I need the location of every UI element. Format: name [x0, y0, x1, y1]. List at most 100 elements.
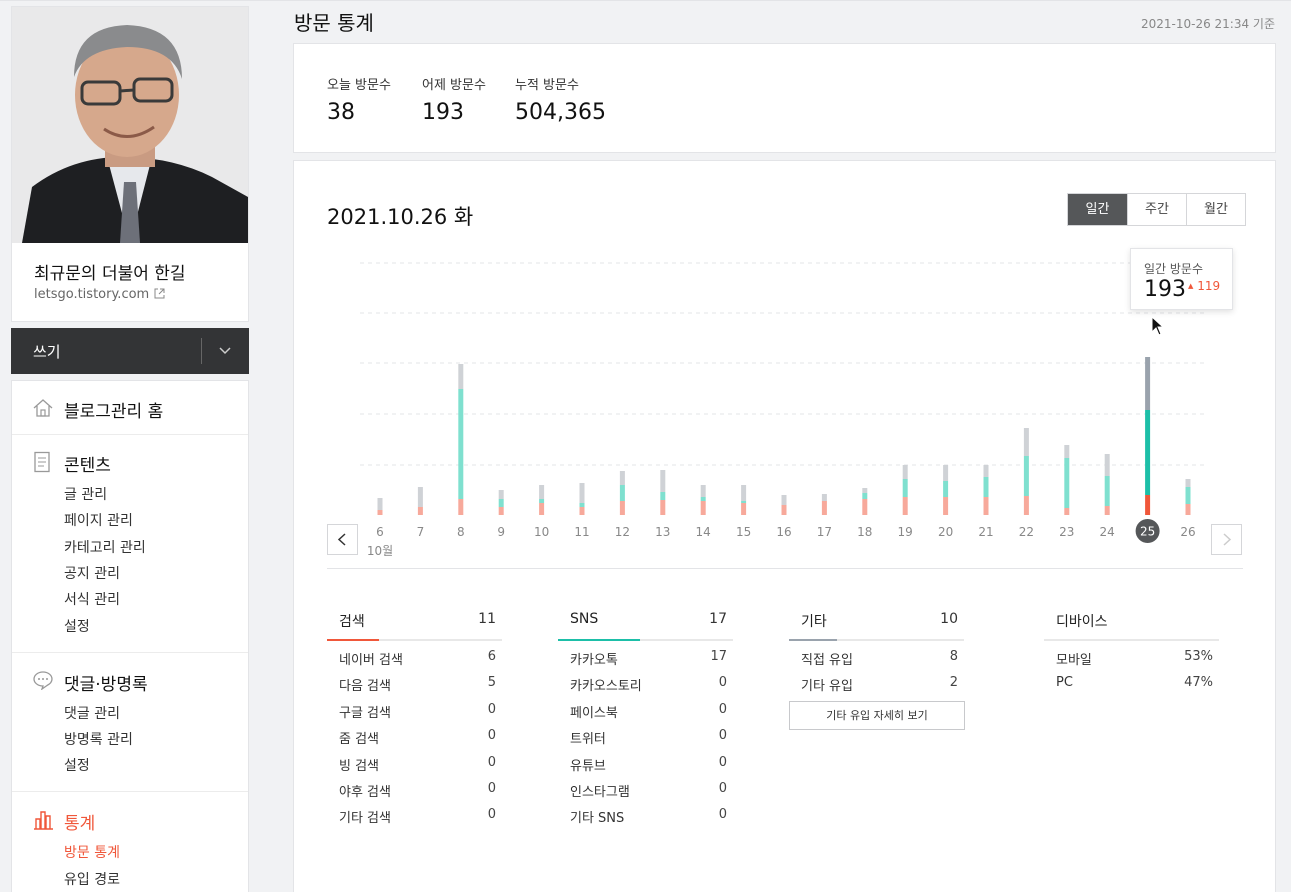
row-count: 0	[487, 728, 496, 744]
x-tick-label: 19	[898, 525, 913, 539]
menu-template-manage[interactable]: 서식 관리	[64, 589, 120, 609]
menu-divider	[12, 791, 248, 792]
menu-visit-stats[interactable]: 방문 통계	[64, 842, 120, 862]
bar-10-2	[539, 485, 545, 499]
menu-post-manage[interactable]: 글 관리	[64, 484, 107, 504]
list-item: 빙 검색 0	[327, 747, 502, 774]
x-tick-label: 7	[417, 525, 425, 539]
list-item: 인스타그램 0	[558, 773, 733, 800]
list-item: 네이버 검색 6	[327, 641, 502, 668]
menu-divider	[12, 652, 248, 653]
external-link-icon	[154, 288, 165, 299]
menu-guestbook-manage[interactable]: 방명록 관리	[64, 729, 133, 749]
bar-26-2	[1185, 479, 1191, 487]
blog-title[interactable]: 최규문의 더불어 한길	[34, 259, 186, 284]
menu-comments[interactable]: 댓글·방명록	[64, 670, 148, 695]
search-breakdown: 검색 11 네이버 검색 6 다음 검색 5 구글 검색 0 줌 검색 0 빙 검색 0 …	[327, 609, 502, 826]
row-label: 빙 검색	[339, 758, 380, 774]
row-count: 2	[949, 675, 958, 691]
bar-13-2	[660, 470, 666, 492]
total-visits-label: 누적 방문수	[515, 78, 579, 93]
bar-24-1	[1104, 476, 1110, 506]
menu-page-manage[interactable]: 페이지 관리	[64, 510, 133, 530]
row-count: 0	[718, 754, 727, 770]
other-detail-button[interactable]: 기타 유입 자세히 보기	[789, 701, 965, 730]
x-tick-label: 22	[1019, 525, 1034, 539]
row-count: 0	[718, 780, 727, 796]
bar-8-1	[458, 389, 464, 499]
bar-18-0	[862, 499, 868, 515]
home-icon	[33, 399, 53, 417]
chart-next-button[interactable]	[1211, 524, 1242, 555]
bar-24-0	[1104, 506, 1110, 515]
menu-notice-manage[interactable]: 공지 관리	[64, 563, 120, 583]
row-label: 줌 검색	[339, 732, 380, 748]
menu-comment-manage[interactable]: 댓글 관리	[64, 703, 120, 723]
sns-label: SNS	[570, 611, 599, 627]
x-tick-label: 23	[1059, 525, 1074, 539]
bar-9-2	[498, 490, 504, 499]
blog-url-link[interactable]: letsgo.tistory.com	[34, 287, 165, 302]
row-count: 47%	[1184, 675, 1213, 691]
row-label: PC	[1056, 675, 1073, 691]
today-visits-label: 오늘 방문수	[327, 78, 391, 93]
x-tick-label: 18	[857, 525, 872, 539]
other-header: 기타 10	[789, 609, 964, 641]
chevron-down-icon[interactable]	[215, 340, 235, 360]
yesterday-visits-label: 어제 방문수	[422, 78, 486, 93]
list-item: 다음 검색 5	[327, 667, 502, 694]
row-label: 네이버 검색	[339, 653, 403, 668]
x-tick-label: 8	[457, 525, 465, 539]
row-count: 0	[487, 807, 496, 823]
bar-23-0	[1064, 508, 1070, 515]
bar-21-0	[983, 497, 989, 515]
row-label: 기타 검색	[339, 811, 391, 827]
list-item: 기타 SNS 0	[558, 799, 733, 827]
tooltip-value: 193	[1144, 277, 1186, 302]
list-item: 페이스북 0	[558, 694, 733, 721]
bar-20-1	[943, 481, 949, 497]
row-count: 0	[718, 675, 727, 691]
row-label: 기타 SNS	[570, 811, 625, 827]
device-breakdown: 디바이스 모바일 53% PC 47%	[1044, 609, 1219, 694]
menu-contents[interactable]: 콘텐츠	[64, 451, 111, 476]
bar-20-0	[943, 497, 949, 515]
blog-url[interactable]: letsgo.tistory.com	[34, 287, 149, 302]
sns-header: SNS 17	[558, 609, 733, 641]
menu-category-manage[interactable]: 카테고리 관리	[64, 537, 146, 557]
row-count: 0	[487, 701, 496, 717]
bar-14-2	[700, 485, 706, 497]
menu-blog-home[interactable]: 블로그관리 홈	[64, 397, 163, 422]
chart-prev-button[interactable]	[327, 524, 358, 555]
bar-26-0	[1185, 504, 1191, 515]
bar-23-1	[1064, 458, 1070, 508]
row-label: 카카오스토리	[570, 679, 642, 695]
list-item: 카카오톡 17	[558, 641, 733, 668]
row-label: 기타 유입	[801, 679, 853, 695]
profile-photo	[12, 7, 248, 243]
x-tick-label: 26	[1180, 525, 1195, 539]
row-count: 0	[718, 728, 727, 744]
bar-21-1	[983, 477, 989, 497]
bar-8-0	[458, 499, 464, 515]
bar-11-2	[579, 483, 585, 503]
bar-6-0	[377, 510, 383, 515]
today-visits-value: 38	[327, 100, 355, 125]
menu-contents-settings[interactable]: 설정	[64, 616, 90, 636]
month-label: 10월	[367, 544, 393, 558]
bar-12-2	[619, 471, 625, 485]
x-tick-label: 16	[776, 525, 791, 539]
write-button[interactable]: 쓰기	[33, 341, 61, 362]
bar-15-1	[741, 501, 747, 503]
menu-comments-settings[interactable]: 설정	[64, 755, 90, 775]
menu-stats[interactable]: 통계	[64, 809, 95, 834]
bar-9-0	[498, 507, 504, 515]
device-label: 디바이스	[1056, 614, 1108, 630]
bar-9-1	[498, 499, 504, 507]
menu-referrer[interactable]: 유입 경로	[64, 869, 120, 889]
x-tick-label: 9	[497, 525, 505, 539]
bar-11-1	[579, 503, 585, 507]
bar-10-0	[539, 503, 545, 515]
row-count: 17	[710, 649, 727, 664]
bar-18-2	[862, 488, 868, 493]
